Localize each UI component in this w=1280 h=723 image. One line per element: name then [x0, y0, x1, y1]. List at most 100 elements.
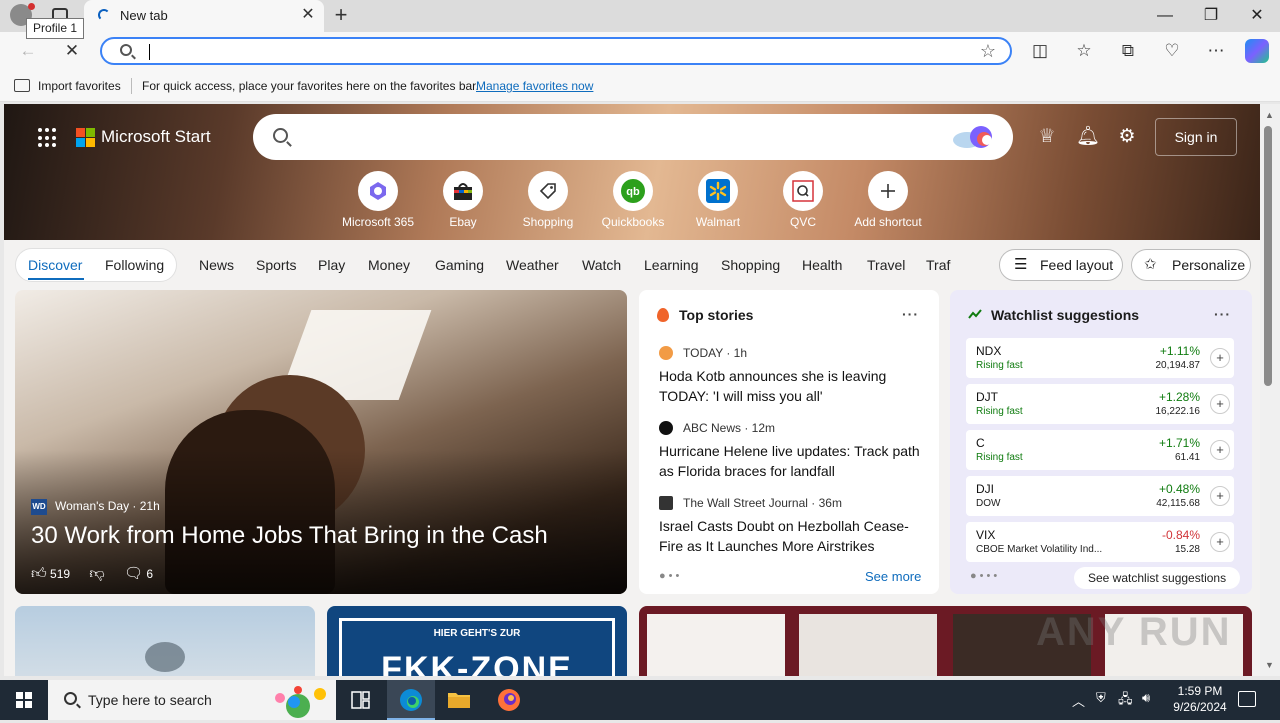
nav-item-shopping[interactable]: Shopping — [721, 257, 780, 273]
nav-item-traffic[interactable]: Traf — [926, 257, 950, 273]
nav-item-weather[interactable]: Weather — [506, 257, 559, 273]
add-to-watchlist-icon[interactable]: + — [1210, 348, 1230, 368]
nav-item-money[interactable]: Money — [368, 257, 410, 273]
hero-article-card[interactable]: WD Woman's Day · 21h 30 Work from Home J… — [15, 290, 627, 594]
shortcut-microsoft-365[interactable]: Microsoft 365 — [340, 171, 416, 229]
favorites-icon[interactable]: ☆ — [1072, 39, 1096, 63]
stock-row[interactable]: DJI DOW +0.48% 42,115.68 + — [966, 476, 1234, 516]
story-title[interactable]: Hoda Kotb announces she is leaving TODAY… — [659, 366, 929, 406]
tab-following[interactable]: Following — [105, 257, 164, 273]
settings-gear-icon[interactable]: ⚙ — [1116, 126, 1138, 148]
carousel-dots[interactable]: ●••• — [970, 570, 1000, 582]
shortcut-quickbooks[interactable]: qb Quickbooks — [595, 171, 671, 229]
taskbar-file-explorer[interactable] — [435, 680, 483, 720]
nav-item-sports[interactable]: Sports — [256, 257, 296, 273]
nav-item-news[interactable]: News — [199, 257, 234, 273]
carousel-dots[interactable]: ●•• — [659, 570, 682, 582]
new-tab-button[interactable]: + — [330, 4, 352, 26]
split-screen-icon[interactable]: ◫ — [1028, 39, 1052, 63]
dislike-icon[interactable]: 👎︎ — [89, 565, 104, 582]
app-launcher-icon[interactable] — [38, 128, 58, 148]
nav-item-gaming[interactable]: Gaming — [435, 257, 484, 273]
clock-time[interactable]: 1:59 PM — [1172, 684, 1228, 698]
favorites-bar: Import favorites For quick access, place… — [0, 70, 1280, 102]
web-search-box[interactable] — [253, 114, 1013, 160]
back-arrow-icon[interactable]: ← — [16, 39, 40, 63]
weather-copilot-icon[interactable] — [951, 124, 995, 150]
see-more-link[interactable]: See more — [865, 569, 921, 584]
scroll-up-icon[interactable]: ▲ — [1265, 110, 1274, 120]
scroll-thumb[interactable] — [1264, 126, 1272, 386]
watermark-text: ANY RUN — [1036, 610, 1232, 654]
shortcut-add[interactable]: Add shortcut — [850, 171, 926, 229]
stock-row[interactable]: DJT Rising fast +1.28% 16,222.16 + — [966, 384, 1234, 424]
nav-item-health[interactable]: Health — [802, 257, 842, 273]
copilot-icon[interactable] — [1245, 39, 1269, 63]
story-title[interactable]: Israel Casts Doubt on Hezbollah Cease-Fi… — [659, 516, 929, 556]
volume-icon[interactable]: 🔊︎ — [1142, 690, 1150, 706]
import-favorites-icon[interactable] — [14, 79, 30, 92]
clock-date[interactable]: 9/26/2024 — [1166, 700, 1234, 714]
nav-item-watch[interactable]: Watch — [582, 257, 621, 273]
sign-in-button[interactable]: Sign in — [1155, 118, 1237, 156]
nav-item-travel[interactable]: Travel — [867, 257, 905, 273]
notifications-bell-icon[interactable]: 🔔︎ — [1076, 126, 1100, 148]
promo-card[interactable]: HIER GEHT'S ZUR FKK-ZONE — [327, 606, 627, 676]
rewards-trophy-icon[interactable]: ♕ — [1036, 126, 1058, 148]
restore-button[interactable]: ❐ — [1196, 4, 1226, 28]
show-hidden-icons-icon[interactable]: ︿ — [1072, 691, 1085, 710]
comment-icon[interactable]: 🗨︎ — [124, 565, 143, 582]
taskbar-search[interactable]: Type here to search — [48, 680, 336, 720]
minimize-button[interactable]: — — [1150, 4, 1180, 28]
start-button[interactable] — [0, 680, 48, 720]
add-to-watchlist-icon[interactable]: + — [1210, 394, 1230, 414]
tab-close-icon[interactable]: ✕ — [298, 5, 318, 25]
add-to-watchlist-icon[interactable]: + — [1210, 440, 1230, 460]
page-scrollbar[interactable]: ▲ ▼ — [1260, 104, 1280, 676]
shortcut-ebay[interactable]: Ebay — [425, 171, 501, 229]
feed-layout-button[interactable]: ☰ Feed layout — [999, 249, 1123, 281]
notifications-icon[interactable] — [1238, 691, 1256, 707]
shortcut-label: Shopping — [522, 215, 574, 229]
stock-row[interactable]: NDX Rising fast +1.11% 20,194.87 + — [966, 338, 1234, 378]
more-options-icon[interactable]: ··· — [902, 306, 919, 322]
tab-discover[interactable]: Discover — [28, 257, 82, 273]
security-icon[interactable]: ⛨ — [1096, 690, 1106, 706]
task-view-button[interactable] — [336, 680, 384, 720]
brand-title[interactable]: Microsoft Start — [101, 127, 211, 147]
taskbar-firefox[interactable] — [485, 680, 533, 720]
stock-row[interactable]: VIX CBOE Market Volatility Ind... -0.84%… — [966, 522, 1234, 562]
import-favorites-button[interactable]: Import favorites — [38, 79, 121, 93]
nav-item-learning[interactable]: Learning — [644, 257, 699, 273]
browser-essentials-icon[interactable]: ♡ — [1160, 39, 1184, 63]
see-watchlist-suggestions-button[interactable]: See watchlist suggestions — [1074, 567, 1241, 589]
add-favorite-star-icon[interactable]: ☆ — [980, 41, 996, 62]
close-window-button[interactable]: ✕ — [1242, 4, 1272, 28]
tab-new-tab[interactable]: New tab ✕ — [84, 0, 324, 32]
like-icon[interactable]: 👍︎ — [31, 565, 47, 582]
stop-loading-icon[interactable]: ✕ — [60, 39, 84, 63]
network-icon[interactable]: 🖧︎ — [1118, 690, 1133, 712]
windows-logo-icon — [16, 692, 32, 708]
manage-favorites-link[interactable]: Manage favorites now — [476, 79, 593, 93]
address-bar[interactable]: ☆ — [100, 37, 1012, 65]
tab-title: New tab — [120, 8, 168, 23]
taskbar-edge[interactable] — [387, 680, 435, 720]
stock-row[interactable]: C Rising fast +1.71% 61.41 + — [966, 430, 1234, 470]
nav-item-play[interactable]: Play — [318, 257, 345, 273]
settings-more-icon[interactable]: ⋯ — [1204, 39, 1228, 63]
shortcut-qvc[interactable]: QVC — [765, 171, 841, 229]
shopping-tag-icon — [528, 171, 568, 211]
more-options-icon[interactable]: ··· — [1214, 306, 1231, 322]
personalize-button[interactable]: ✩ Personalize — [1131, 249, 1251, 281]
edge-icon — [400, 689, 422, 711]
collections-icon[interactable]: ⧉ — [1116, 39, 1140, 63]
add-to-watchlist-icon[interactable]: + — [1210, 486, 1230, 506]
news-card-image[interactable] — [15, 606, 315, 676]
add-to-watchlist-icon[interactable]: + — [1210, 532, 1230, 552]
shortcut-walmart[interactable]: Walmart — [680, 171, 756, 229]
scroll-down-icon[interactable]: ▼ — [1265, 660, 1274, 670]
story-title[interactable]: Hurricane Helene live updates: Track pat… — [659, 441, 929, 481]
shortcut-shopping[interactable]: Shopping — [510, 171, 586, 229]
article-title[interactable]: 30 Work from Home Jobs That Bring in the… — [31, 522, 548, 550]
